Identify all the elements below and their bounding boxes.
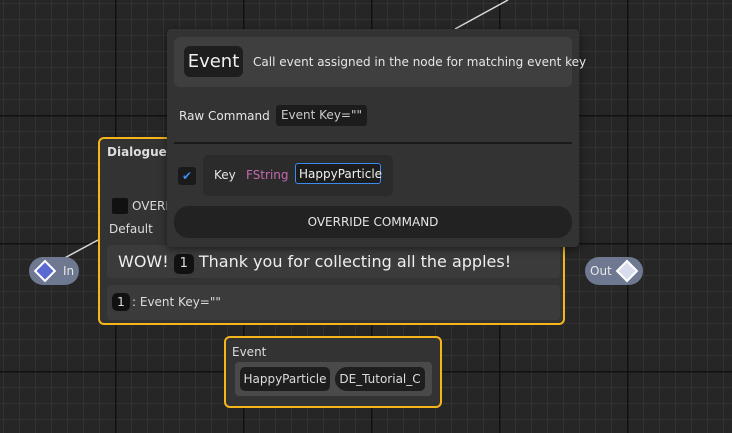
dialogue-text-box[interactable]: WOW! 1 Thank you for collecting all the … bbox=[107, 245, 560, 278]
exec-pin-in-icon bbox=[33, 259, 57, 283]
key-input[interactable]: HappyParticle bbox=[295, 163, 382, 184]
output-pin[interactable]: Out bbox=[585, 257, 643, 285]
event-node[interactable]: Event HappyParticle DE_Tutorial_C bbox=[224, 336, 442, 408]
divider bbox=[174, 142, 572, 144]
command-index-badge: 1 bbox=[112, 293, 130, 311]
override-checkbox[interactable] bbox=[112, 198, 128, 214]
popup-description: Call event assigned in the node for matc… bbox=[253, 55, 587, 69]
popup-header: Event Call event assigned in the node fo… bbox=[174, 37, 586, 87]
event-popup: Event Call event assigned in the node fo… bbox=[167, 29, 586, 247]
override-command-button[interactable]: OVERRIDE COMMAND bbox=[174, 206, 572, 238]
event-class-chip[interactable]: DE_Tutorial_C bbox=[335, 367, 425, 391]
command-text: : Event Key="" bbox=[132, 295, 221, 309]
text-index-badge: 1 bbox=[173, 254, 194, 274]
event-badge: Event bbox=[184, 46, 243, 77]
event-node-content: HappyParticle DE_Tutorial_C bbox=[235, 362, 432, 396]
checkmark-icon: ✔ bbox=[181, 169, 193, 183]
command-box[interactable]: 1 : Event Key="" bbox=[107, 285, 560, 320]
event-key-chip[interactable]: HappyParticle bbox=[240, 367, 330, 391]
raw-command-field[interactable]: Event Key="" bbox=[276, 105, 367, 126]
default-label: Default bbox=[109, 222, 153, 236]
output-pin-label: Out bbox=[590, 264, 612, 278]
input-pin-label: In bbox=[63, 264, 75, 278]
dialogue-text-prefix: WOW! bbox=[118, 252, 169, 271]
exec-pin-out-icon bbox=[615, 259, 639, 283]
dialogue-text-value: Thank you for collecting all the apples! bbox=[198, 252, 512, 271]
event-node-title: Event bbox=[232, 345, 267, 359]
key-checkbox[interactable]: ✔ bbox=[178, 167, 196, 185]
key-label: Key bbox=[214, 168, 236, 182]
input-pin[interactable]: In bbox=[29, 257, 79, 285]
raw-command-label: Raw Command bbox=[179, 109, 270, 123]
key-parameter-box: Key FString HappyParticle bbox=[203, 155, 393, 196]
dialogue-text: WOW! 1 Thank you for collecting all the … bbox=[118, 252, 511, 274]
key-type-label: FString bbox=[246, 168, 289, 182]
